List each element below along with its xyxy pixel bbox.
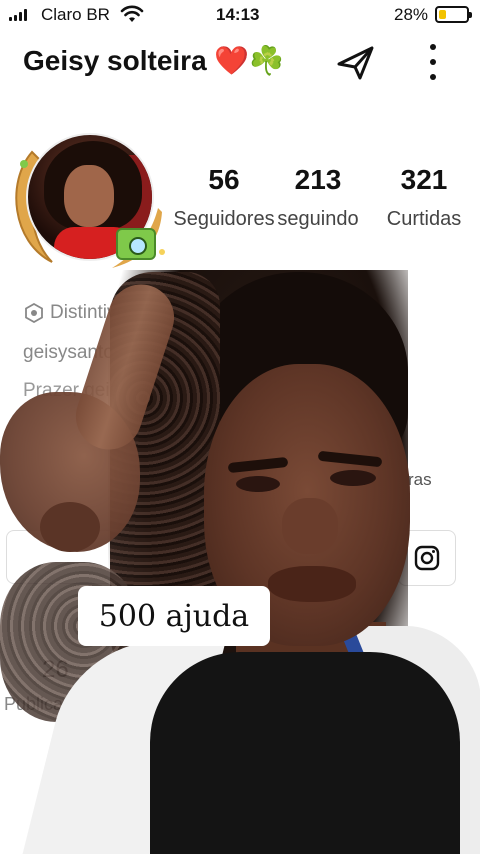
video-shirt — [150, 652, 460, 854]
status-bar: Claro BR 14:13 28% — [0, 0, 480, 30]
video-eye-right — [330, 470, 376, 486]
video-nose — [282, 498, 338, 554]
video-lips — [268, 566, 356, 602]
signal-strength-icon — [9, 9, 27, 21]
likes-label: Curtidas — [386, 208, 462, 230]
share-arrow-icon[interactable] — [334, 40, 378, 84]
battery-percent: 28% — [394, 5, 429, 24]
video-knuckle — [40, 502, 100, 552]
likes-count: 321 — [400, 164, 448, 195]
avatar[interactable] — [8, 128, 168, 278]
carrier-name: Claro BR — [41, 5, 110, 24]
followers-count: 56 — [208, 164, 240, 195]
battery-icon — [435, 6, 472, 23]
vertical-ellipsis-icon[interactable] — [420, 42, 446, 82]
followers-label: Seguidores — [173, 208, 275, 230]
video-eye-left — [236, 476, 280, 492]
caption-text: 500 ajuda — [98, 598, 250, 634]
video-overlay[interactable] — [0, 262, 480, 854]
clock: 14:13 — [216, 5, 260, 24]
following-label: seguindo — [277, 208, 359, 230]
stat-followers[interactable]: 56 Seguidores — [168, 164, 280, 231]
profile-title: Geisy solteira ❤️☘️ — [23, 45, 285, 76]
wifi-icon — [120, 5, 144, 22]
following-count: 213 — [294, 164, 342, 195]
stat-following[interactable]: 213 seguindo — [270, 164, 366, 231]
camera-sticker-icon — [116, 228, 156, 260]
battery-fill — [439, 10, 446, 19]
caption-box: 500 ajuda — [78, 586, 270, 646]
stat-likes: 321 Curtidas — [366, 164, 480, 231]
